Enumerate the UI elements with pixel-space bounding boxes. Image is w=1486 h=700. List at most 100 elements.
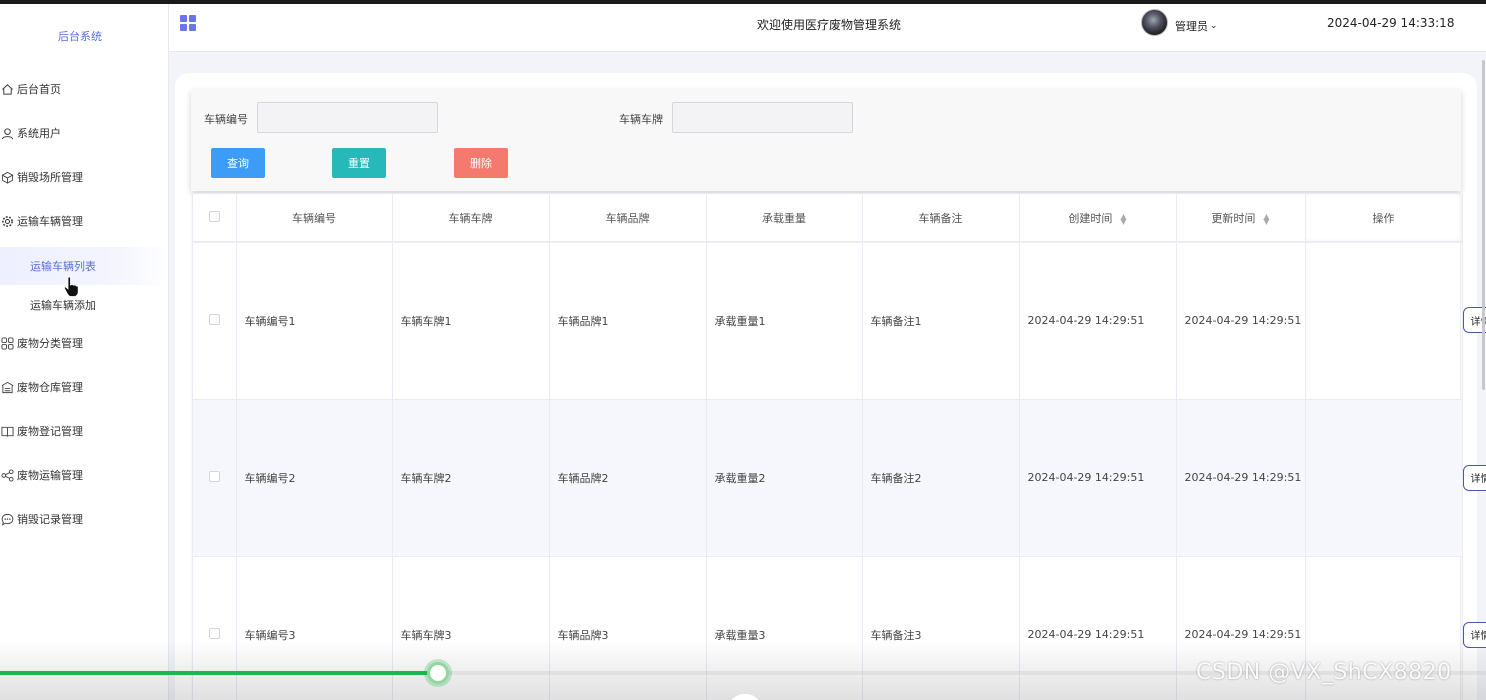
sidebar-item-destroy-sites[interactable]: 销毁场所管理 — [0, 166, 83, 188]
search-label-plate: 车辆车牌 — [619, 113, 663, 126]
row-checkbox[interactable] — [208, 470, 220, 482]
user-name-label: 管理员 — [1175, 20, 1208, 33]
cell-code: 车辆编号2 — [236, 399, 393, 557]
cell-plate: 车辆车牌3 — [392, 556, 550, 700]
column-header: 承载重量 — [706, 194, 863, 243]
menu-grid-icon[interactable] — [180, 15, 196, 31]
sidebar-item-label: 废物分类管理 — [17, 337, 83, 350]
column-header: 车辆备注 — [862, 194, 1020, 243]
column-header-label: 创建时间 — [1068, 211, 1113, 225]
cube-icon — [0, 170, 14, 184]
sidebar-item-waste-transport[interactable]: 废物运输管理 — [0, 464, 83, 486]
top-header: 欢迎使用医疗废物管理系统 管理员 ⌄ 2024-04-29 14:33:18 — [169, 4, 1486, 52]
cell-empty — [1305, 242, 1463, 400]
sidebar-item-home[interactable]: 后台首页 — [0, 78, 61, 100]
sidebar-item-label: 系统用户 — [17, 127, 61, 140]
column-header-label: 更新时间 — [1211, 211, 1256, 225]
delete-button[interactable]: 删除 — [454, 148, 508, 178]
sidebar-item-label: 运输车辆管理 — [17, 215, 83, 228]
table-header-row: 车辆编号 车辆车牌 车辆品牌 承载重量 车辆备注 创建时间 ▲ ▼ 更新时间 ▲ ▼ 操… — [193, 194, 1463, 243]
vehicle-code-input[interactable] — [257, 102, 438, 133]
sidebar-item-waste-registration[interactable]: 废物登记管理 — [0, 420, 83, 442]
cell-brand: 车辆品牌3 — [549, 556, 707, 700]
cell-note: 车辆备注1 — [862, 242, 1020, 400]
sidebar-subitem-vehicle-list[interactable]: 运输车辆列表 — [0, 247, 168, 285]
sidebar-item-label: 销毁场所管理 — [17, 171, 83, 184]
table-row: 车辆编号2 车辆车牌2 车辆品牌2 承载重量2 车辆备注2 2024-04-29… — [193, 399, 1486, 557]
search-panel: 车辆编号 车辆车牌 查询 重置 删除 — [191, 90, 1461, 191]
sidebar-subitem-vehicle-add[interactable]: 运输车辆添加 — [0, 286, 168, 324]
table-row: 车辆编号1 车辆车牌1 车辆品牌1 承载重量1 车辆备注1 2024-04-29… — [193, 242, 1486, 400]
warehouse-icon — [0, 380, 14, 394]
cell-note: 车辆备注3 — [862, 556, 1020, 700]
sidebar-brand: 后台系统 — [58, 30, 102, 43]
cell-note: 车辆备注2 — [862, 399, 1020, 557]
avatar[interactable] — [1141, 9, 1168, 36]
sidebar-item-label: 销毁记录管理 — [17, 513, 83, 526]
sidebar-item-label: 废物运输管理 — [17, 469, 83, 482]
cell-weight: 承载重量1 — [706, 242, 863, 400]
book-icon — [0, 424, 14, 438]
row-select-cell — [193, 399, 237, 557]
column-header: 车辆编号 — [236, 194, 393, 243]
sidebar-item-vehicles[interactable]: 运输车辆管理 — [0, 210, 83, 232]
detail-button[interactable]: 详情 — [1462, 464, 1486, 491]
sidebar-item-waste-warehouse[interactable]: 废物仓库管理 — [0, 376, 83, 398]
cell-code: 车辆编号3 — [236, 556, 393, 700]
cell-created: 2024-04-29 14:29:51 — [1019, 242, 1177, 400]
cell-plate: 车辆车牌1 — [392, 242, 550, 400]
sidebar-item-label: 废物仓库管理 — [17, 381, 83, 394]
sidebar-subitem-label: 运输车辆添加 — [30, 299, 96, 312]
select-all-cell — [193, 194, 237, 243]
column-header: 车辆品牌 — [549, 194, 707, 243]
detail-button[interactable]: 详情 — [1462, 621, 1486, 648]
hand-cursor-icon — [64, 276, 79, 297]
column-header-sortable[interactable]: 创建时间 ▲ ▼ — [1019, 194, 1177, 243]
cell-weight: 承载重量3 — [706, 556, 863, 700]
video-progress-fill — [0, 671, 439, 675]
cell-brand: 车辆品牌1 — [549, 242, 707, 400]
reset-button[interactable]: 重置 — [332, 148, 386, 178]
home-icon — [0, 82, 14, 96]
column-header-sortable[interactable]: 更新时间 ▲ ▼ — [1176, 194, 1306, 243]
cell-plate: 车辆车牌2 — [392, 399, 550, 557]
search-label-code: 车辆编号 — [204, 113, 248, 126]
cell-created: 2024-04-29 14:29:51 — [1019, 556, 1177, 700]
row-checkbox[interactable] — [208, 627, 220, 639]
row-checkbox[interactable] — [208, 313, 220, 325]
vehicle-table: 车辆编号 车辆车牌 车辆品牌 承载重量 车辆备注 创建时间 ▲ ▼ 更新时间 ▲ ▼ 操… — [192, 193, 1486, 700]
sort-icon[interactable]: ▲ ▼ — [1263, 212, 1269, 225]
column-header: 车辆车牌 — [392, 194, 550, 243]
grid-icon — [0, 336, 14, 350]
cell-updated: 2024-04-29 14:29:51 — [1176, 242, 1306, 400]
share-icon — [0, 468, 14, 482]
sidebar: 后台系统 后台首页 系统用户 销毁场所管理 运输车辆管理 运输车辆列表 运输车辆… — [0, 4, 169, 700]
content-card: 车辆编号 车辆车牌 查询 重置 删除 车辆编号 车辆车牌 车辆品牌 承载重量 车… — [175, 73, 1486, 700]
gear-icon — [0, 214, 14, 228]
row-select-cell — [193, 242, 237, 400]
query-button[interactable]: 查询 — [211, 148, 265, 178]
sort-icon[interactable]: ▲ ▼ — [1120, 212, 1126, 225]
column-header: 操作 — [1305, 194, 1463, 243]
sidebar-subitem-label: 运输车辆列表 — [30, 260, 96, 273]
sidebar-item-label: 后台首页 — [17, 83, 61, 96]
page-title: 欢迎使用医疗废物管理系统 — [756, 18, 901, 32]
page-scrollbar[interactable] — [1482, 60, 1485, 390]
user-menu[interactable]: 管理员 ⌄ — [1175, 18, 1218, 34]
cell-brand: 车辆品牌2 — [549, 399, 707, 557]
sidebar-item-system-users[interactable]: 系统用户 — [0, 122, 61, 144]
chevron-down-icon: ⌄ — [1210, 21, 1218, 31]
current-datetime: 2024-04-29 14:33:18 — [1327, 16, 1455, 30]
vehicle-plate-input[interactable] — [672, 102, 853, 133]
watermark: CSDN @VX_ShCX8820 — [1196, 660, 1452, 685]
cell-created: 2024-04-29 14:29:51 — [1019, 399, 1177, 557]
user-icon — [0, 126, 14, 140]
cell-updated: 2024-04-29 14:29:51 — [1176, 399, 1306, 557]
main-area: 车辆编号 车辆车牌 查询 重置 删除 车辆编号 车辆车牌 车辆品牌 承载重量 车… — [169, 52, 1486, 700]
sidebar-item-destroy-records[interactable]: 销毁记录管理 — [0, 508, 83, 530]
chat-icon — [0, 512, 14, 526]
cell-weight: 承载重量2 — [706, 399, 863, 557]
select-all-checkbox[interactable] — [208, 210, 220, 222]
row-select-cell — [193, 556, 237, 700]
sidebar-item-waste-categories[interactable]: 废物分类管理 — [0, 332, 83, 354]
